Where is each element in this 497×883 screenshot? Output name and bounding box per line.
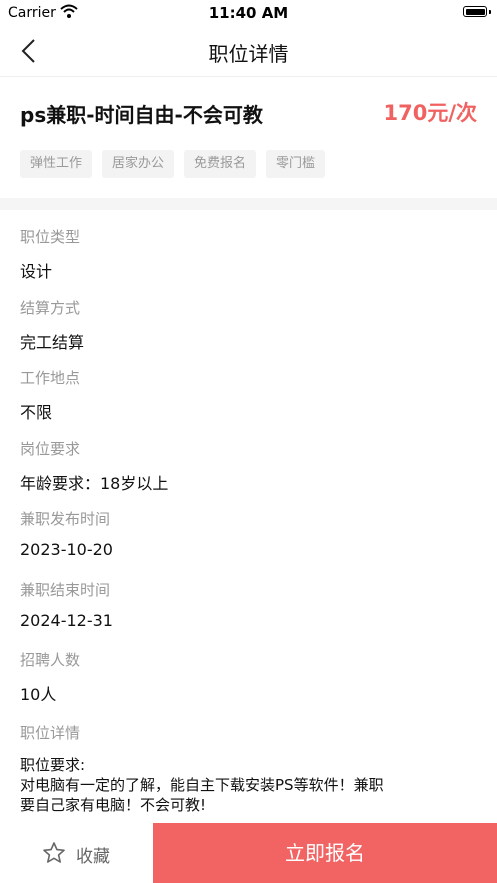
detail-label: 职位详情 — [20, 724, 81, 742]
section-divider — [0, 198, 497, 210]
detail-line: 职位要求: — [20, 756, 86, 774]
field-label: 兼职结束时间 — [20, 580, 111, 599]
field-requirements: 岗位要求 年龄要求：18岁以上 — [20, 438, 480, 509]
field-label: 结算方式 — [20, 298, 81, 317]
navigation-bar: 职位详情 — [0, 26, 497, 77]
field-label: 岗位要求 — [20, 439, 81, 458]
field-label: 兼职发布时间 — [20, 510, 111, 528]
field-value: 10人 — [20, 685, 57, 704]
tag-list: 弹性工作 居家办公 免费报名 零门槛 — [20, 150, 326, 178]
detail-line: 对电脑有一定的了解，能自主下载安装PS等软件！兼职 — [20, 776, 384, 794]
job-detail: 职位详情 职位要求: 对电脑有一定的了解，能自主下载安装PS等软件！兼职 要自己… — [20, 722, 480, 815]
star-icon — [43, 842, 65, 863]
job-fields: 职位类型 设计 结算方式 完工结算 工作地点 不限 岗位要求 年龄要求：18岁以… — [20, 226, 480, 720]
field-value: 完工结算 — [20, 332, 85, 352]
field-publish-date: 兼职发布时间 2023-10-20 — [20, 508, 480, 579]
detail-text: 职位要求: 对电脑有一定的了解，能自主下载安装PS等软件！兼职 要自己家有电脑！… — [20, 755, 480, 815]
field-value: 2024-12-31 — [20, 610, 113, 630]
apply-button[interactable]: 立即报名 — [153, 823, 497, 883]
field-value: 2023-10-20 — [20, 540, 113, 559]
field-label: 招聘人数 — [20, 651, 81, 669]
field-label: 工作地点 — [20, 369, 81, 387]
job-price: 170元/次 — [383, 101, 477, 125]
tag: 零门槛 — [266, 150, 326, 178]
field-job-type: 职位类型 设计 — [20, 226, 480, 297]
field-value: 不限 — [20, 403, 53, 422]
favorite-button[interactable]: 收藏 — [0, 823, 153, 883]
bottom-action-bar: 收藏 立即报名 — [0, 823, 497, 883]
field-value: 设计 — [20, 262, 53, 281]
field-end-date: 兼职结束时间 2024-12-31 — [20, 579, 480, 650]
battery-icon — [463, 6, 487, 17]
tag: 居家办公 — [102, 150, 175, 178]
page-title: 职位详情 — [208, 42, 289, 66]
field-location: 工作地点 不限 — [20, 367, 480, 438]
clock: 11:40 AM — [208, 4, 289, 22]
field-headcount: 招聘人数 10人 — [20, 649, 480, 720]
field-settlement: 结算方式 完工结算 — [20, 297, 480, 368]
tag: 免费报名 — [184, 150, 257, 178]
status-bar: Carrier 11:40 AM — [0, 0, 497, 26]
tag: 弹性工作 — [20, 150, 93, 178]
detail-line: 要自己家有电脑！不会可教! — [20, 796, 207, 814]
field-label: 职位类型 — [20, 228, 81, 246]
job-title: ps兼职-时间自由-不会可教 — [20, 103, 263, 127]
job-header: ps兼职-时间自由-不会可教 170元/次 弹性工作 居家办公 免费报名 零门槛 — [0, 77, 497, 209]
field-value: 年龄要求：18岁以上 — [20, 473, 169, 493]
battery-cap — [489, 10, 491, 14]
favorite-label: 收藏 — [76, 847, 110, 867]
